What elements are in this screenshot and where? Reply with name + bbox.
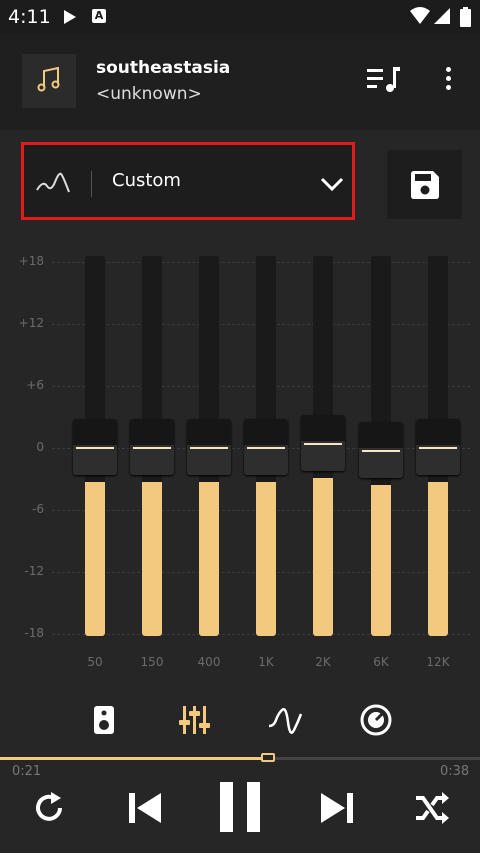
shuffle-icon[interactable] <box>414 791 450 825</box>
db-label: +6 <box>26 378 44 392</box>
chevron-down-icon <box>320 177 344 192</box>
eq-band-knob[interactable] <box>416 419 460 475</box>
seek-thumb[interactable] <box>260 753 275 762</box>
db-label: -6 <box>32 502 44 516</box>
repeat-icon[interactable] <box>30 789 68 827</box>
signal-icon <box>434 8 450 24</box>
tab-bass[interactable] <box>356 700 396 740</box>
eq-band-knob[interactable] <box>187 419 231 475</box>
eq-band-frequency: 12K <box>426 655 450 669</box>
seek-bar[interactable] <box>0 753 480 764</box>
eq-band-slider[interactable] <box>416 256 460 636</box>
status-bar: 4:11 A <box>0 0 480 34</box>
skip-next-icon[interactable] <box>318 789 356 827</box>
tab-speaker[interactable] <box>84 700 124 740</box>
preset-dropdown[interactable]: Custom <box>21 142 355 220</box>
eq-band-fill <box>313 477 333 636</box>
equalizer-panel: +18 +12 +6 0 -6 -12 -18 50 150 400 1K 2K 6K 12K <box>0 240 480 680</box>
track-title: southeastasia <box>96 58 231 78</box>
db-label: +12 <box>18 316 44 330</box>
eq-band-knob[interactable] <box>359 422 403 479</box>
eq-band-fill <box>85 482 105 636</box>
eq-band-knob[interactable] <box>244 419 288 475</box>
notification-badge: A <box>92 9 106 23</box>
skip-previous-icon[interactable] <box>126 789 164 827</box>
eq-band-slider[interactable] <box>187 256 231 636</box>
pause-icon[interactable] <box>218 779 262 835</box>
db-label: -12 <box>24 564 44 578</box>
db-label: +18 <box>18 254 44 268</box>
eq-band-fill <box>199 482 219 636</box>
knob-icon <box>360 704 392 736</box>
album-art[interactable] <box>22 54 76 108</box>
more-vert-icon[interactable] <box>440 64 456 94</box>
music-note-icon <box>37 67 60 92</box>
save-preset-button[interactable] <box>387 150 462 219</box>
queue-music-icon[interactable] <box>367 66 401 94</box>
preset-label: Custom <box>112 170 181 191</box>
status-time: 4:11 <box>8 6 51 28</box>
eq-band-frequency: 2K <box>315 655 331 669</box>
eq-curve-icon <box>36 172 70 193</box>
eq-band-fill <box>142 482 162 636</box>
eq-band-fill <box>256 482 276 636</box>
wave-icon <box>268 708 303 734</box>
eq-band-knob[interactable] <box>73 419 117 475</box>
now-playing-header: southeastasia <unknown> <box>0 34 480 130</box>
eq-band-slider[interactable] <box>301 256 345 636</box>
tab-bar <box>0 700 480 744</box>
eq-band-knob[interactable] <box>301 414 345 471</box>
battery-icon <box>460 7 471 27</box>
eq-band-frequency: 400 <box>197 655 221 669</box>
eq-band-frequency: 1K <box>258 655 274 669</box>
play-notification-icon <box>64 10 76 24</box>
tab-effects[interactable] <box>265 700 305 740</box>
eq-band-slider[interactable] <box>130 256 174 636</box>
eq-band-slider[interactable] <box>359 256 403 636</box>
eq-band-slider[interactable] <box>244 256 288 636</box>
eq-band-slider[interactable] <box>73 256 117 636</box>
db-label: -18 <box>24 626 44 640</box>
eq-band-frequency: 6K <box>373 655 389 669</box>
tab-equalizer[interactable] <box>175 700 215 740</box>
db-label: 0 <box>36 440 44 454</box>
eq-band-frequency: 50 <box>87 655 103 669</box>
speaker-icon <box>94 706 114 734</box>
eq-band-frequency: 150 <box>140 655 164 669</box>
eq-band-knob[interactable] <box>130 419 174 475</box>
eq-band-fill <box>371 485 391 636</box>
playback-controls <box>0 775 480 845</box>
eq-band-fill <box>428 482 448 636</box>
seek-progress <box>0 757 269 760</box>
wifi-icon <box>410 7 430 24</box>
preset-divider <box>91 171 92 197</box>
track-artist: <unknown> <box>96 84 202 104</box>
equalizer-sliders-icon <box>179 706 210 734</box>
save-icon <box>411 171 439 199</box>
